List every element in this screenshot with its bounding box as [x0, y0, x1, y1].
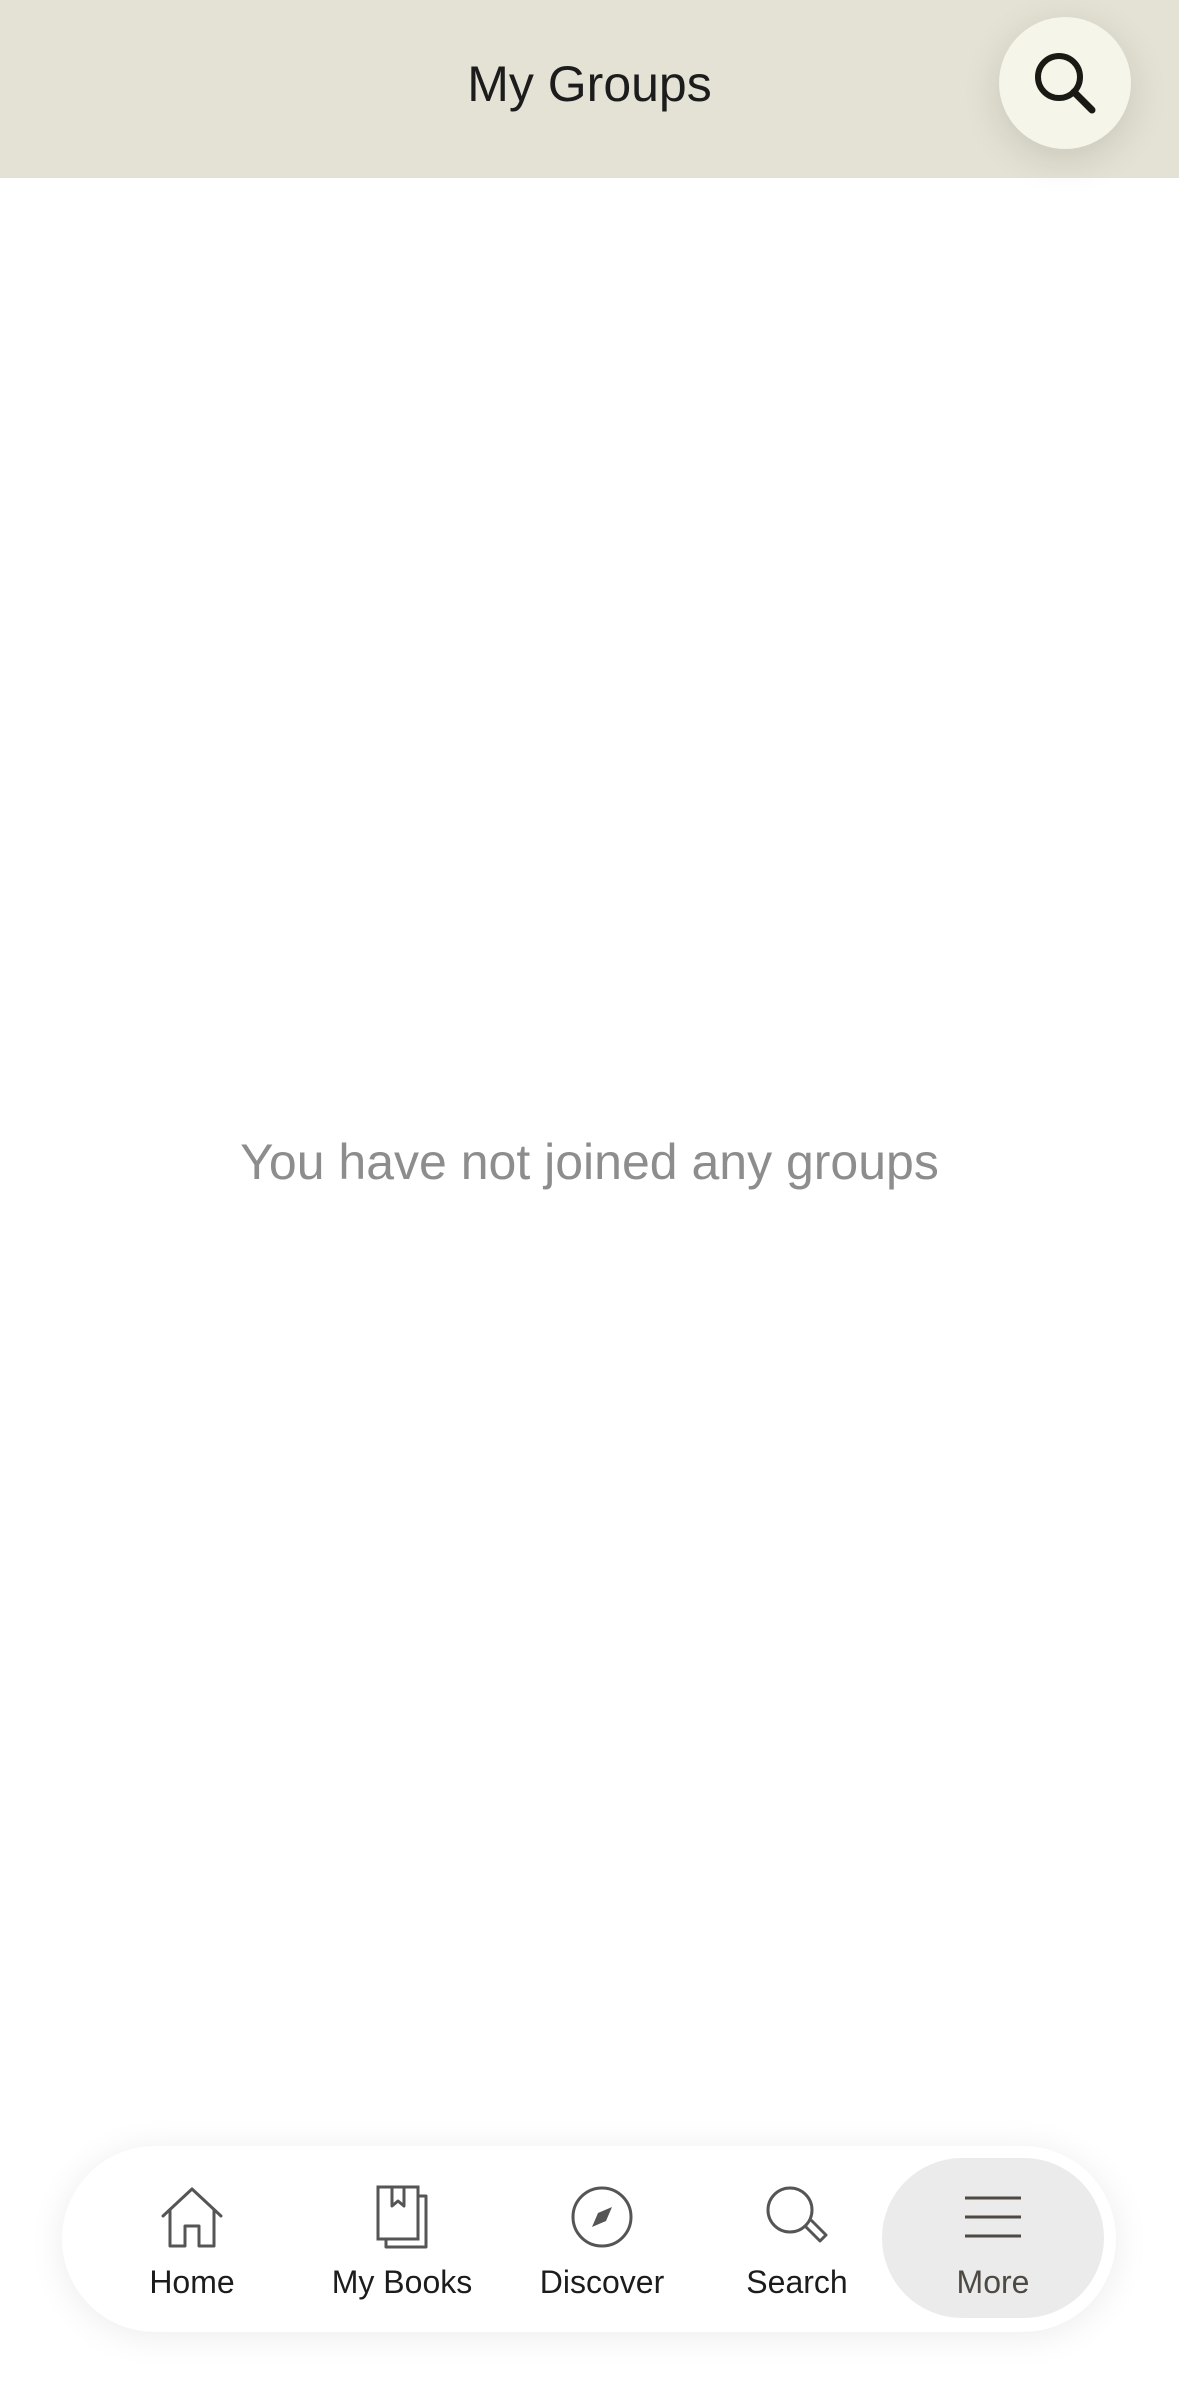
bottom-tab-bar: Home My Books Discover Search More	[62, 2146, 1116, 2332]
tab-more[interactable]: More	[882, 2158, 1104, 2318]
tab-home[interactable]: Home	[112, 2158, 272, 2318]
tab-label-search: Search	[746, 2264, 848, 2300]
compass-icon	[571, 2186, 633, 2248]
empty-state-message: You have not joined any groups	[240, 1134, 939, 1190]
tab-label-discover: Discover	[539, 2264, 665, 2300]
tab-discover[interactable]: Discover	[517, 2158, 687, 2318]
search-icon	[766, 2186, 828, 2243]
menu-icon	[965, 2196, 1021, 2238]
search-icon	[1035, 53, 1096, 114]
home-icon	[161, 2187, 223, 2248]
books-icon	[376, 2185, 428, 2249]
tab-search[interactable]: Search	[722, 2158, 872, 2318]
tab-label-my-books: My Books	[331, 2264, 473, 2300]
tab-label-home: Home	[149, 2264, 235, 2300]
tab-label-more: More	[956, 2264, 1030, 2300]
tab-my-books[interactable]: My Books	[307, 2158, 497, 2318]
search-button[interactable]	[999, 17, 1131, 149]
